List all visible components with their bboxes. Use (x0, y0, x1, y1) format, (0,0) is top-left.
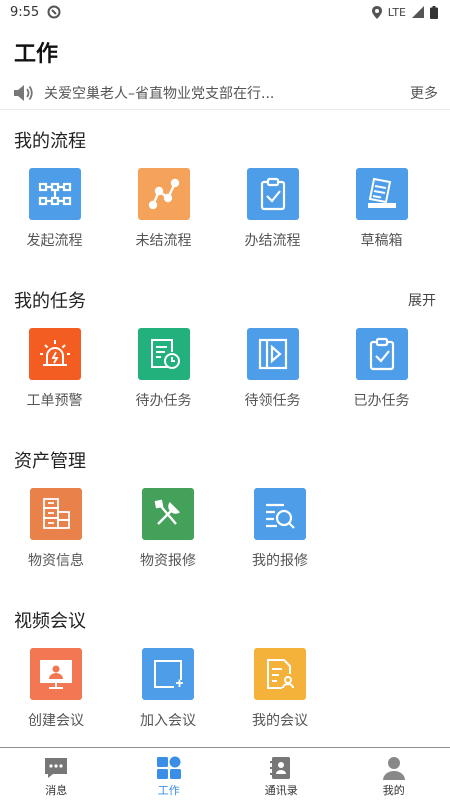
add-window-icon (142, 648, 194, 700)
section-title: 资产管理 (14, 451, 86, 472)
grid-item-create-meeting[interactable]: 创建会议 (0, 646, 112, 752)
grid-item-label: 创建会议 (28, 713, 84, 729)
grid-item-material-repair[interactable]: 物资报修 (112, 486, 224, 592)
grid-item-label: 办结流程 (244, 233, 301, 249)
page-title: 工作 (14, 42, 59, 67)
grid-item-done-task[interactable]: 已办任务 (327, 326, 436, 432)
list-search-icon (254, 488, 306, 540)
clipboard-check-icon (246, 168, 299, 220)
grid-item-join-meeting[interactable]: 加入会议 (112, 646, 224, 752)
grid-item-completed-workflow[interactable]: 办结流程 (218, 166, 327, 272)
battery-icon (430, 5, 438, 19)
grid-item-label: 已办任务 (353, 393, 410, 409)
grid-item-label: 物资报修 (140, 553, 196, 569)
section-asset-management: 资产管理 物资信息 物资报修 我的报修 (0, 434, 450, 592)
bottom-tab-bar: 消息 工作 通讯录 我的 (0, 747, 450, 800)
grid-apps-icon (156, 756, 181, 779)
grid-item-my-meetings[interactable]: 我的会议 (224, 646, 336, 752)
monitor-user-icon (30, 648, 82, 700)
grid-item-label: 未结流程 (135, 233, 192, 249)
grid-item-label: 待办任务 (135, 393, 192, 409)
network-label: LTE (387, 5, 406, 19)
section-my-workflow: 我的流程 发起流程 未结流程 办结流程 草稿箱 (0, 114, 450, 272)
clipboard-check-icon (355, 328, 408, 380)
grid-item-label: 加入会议 (140, 713, 196, 729)
location-icon (371, 5, 382, 19)
section-title: 视频会议 (14, 611, 86, 632)
tab-contacts[interactable]: 通讯录 (225, 748, 338, 800)
grid-item-label: 我的会议 (252, 713, 308, 729)
grid-item-label: 工单预警 (26, 393, 83, 409)
document-user-icon (254, 648, 306, 700)
message-icon (45, 758, 68, 778)
tab-messages[interactable]: 消息 (0, 748, 113, 800)
grid-item-label: 我的报修 (252, 553, 308, 569)
grid-item-start-workflow[interactable]: 发起流程 (0, 166, 109, 272)
tab-profile[interactable]: 我的 (338, 748, 450, 800)
notice-bar[interactable]: 关爱空巢老人–省直物业党支部在行... 更多 (0, 76, 450, 110)
workflow-nodes-icon (28, 168, 81, 220)
sync-icon (47, 5, 61, 19)
profile-icon (382, 757, 405, 780)
grid-item-pending-workflow[interactable]: 未结流程 (109, 166, 218, 272)
section-my-tasks: 我的任务 展开 工单预警 待办任务 待领任务 已办任务 (0, 274, 450, 432)
notice-more-link[interactable]: 更多 (410, 83, 438, 103)
tab-work[interactable]: 工作 (113, 748, 226, 800)
section-title: 我的流程 (14, 131, 86, 152)
stacked-boxes-icon (30, 488, 82, 540)
status-bar: 9:55 LTE (0, 0, 450, 24)
claim-arrow-icon (246, 328, 299, 380)
section-video-meeting: 视频会议 创建会议 加入会议 我的会议 (0, 594, 450, 752)
contacts-icon (270, 757, 291, 779)
grid-item-label: 草稿箱 (360, 233, 403, 249)
signal-icon (412, 6, 424, 18)
document-clock-icon (137, 328, 190, 380)
grid-item-label: 发起流程 (26, 233, 83, 249)
path-curve-icon (137, 168, 190, 220)
grid-item-todo-task[interactable]: 待办任务 (109, 326, 218, 432)
draft-box-icon (355, 168, 408, 220)
notice-text[interactable]: 关爱空巢老人–省直物业党支部在行... (44, 83, 398, 103)
section-title: 我的任务 (14, 291, 86, 312)
status-time: 9:55 (10, 4, 40, 20)
tab-label: 工作 (157, 784, 180, 797)
grid-item-drafts[interactable]: 草稿箱 (327, 166, 436, 272)
tab-label: 通讯录 (264, 784, 298, 797)
grid-item-material-info[interactable]: 物资信息 (0, 486, 112, 592)
grid-item-work-order-alert[interactable]: 工单预警 (0, 326, 109, 432)
tools-icon (142, 488, 194, 540)
tab-label: 消息 (45, 784, 68, 797)
grid-item-my-repairs[interactable]: 我的报修 (224, 486, 336, 592)
expand-link[interactable]: 展开 (408, 290, 436, 310)
grid-item-label: 待领任务 (244, 393, 301, 409)
tab-label: 我的 (382, 784, 405, 797)
grid-item-claim-task[interactable]: 待领任务 (218, 326, 327, 432)
alarm-light-icon (28, 328, 81, 380)
grid-item-label: 物资信息 (28, 553, 84, 569)
speaker-icon (14, 84, 33, 101)
